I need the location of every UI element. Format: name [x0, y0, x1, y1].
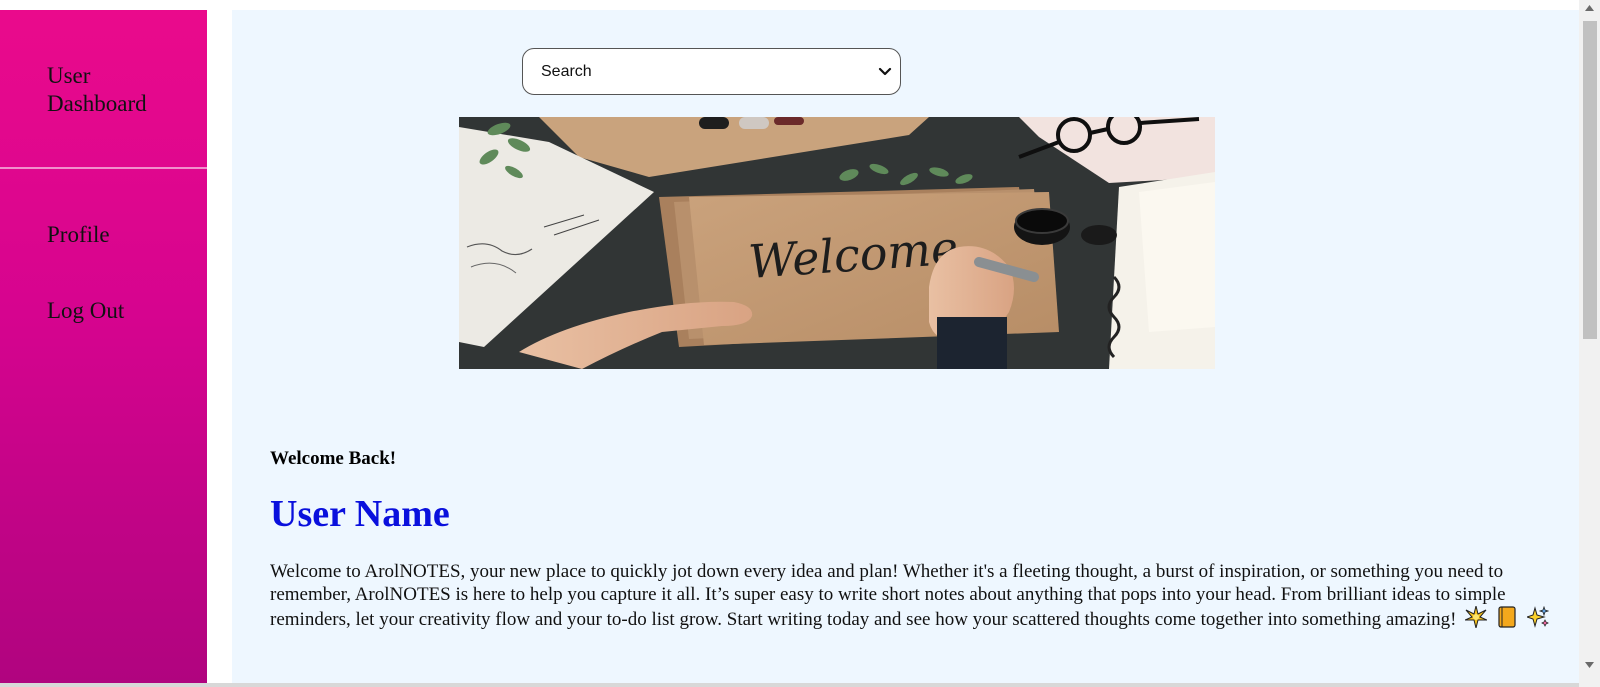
- sparkles-icon: [1526, 606, 1549, 628]
- sparkle-burst-icon: [1465, 606, 1488, 628]
- scrollbar-thumb[interactable]: [1583, 21, 1597, 339]
- search-select-value: Search: [541, 62, 592, 80]
- sidebar-item-profile[interactable]: Profile: [0, 169, 207, 287]
- horizontal-scrollbar-track: [0, 683, 1579, 687]
- app-window: User Dashboard Profile Log Out Search We…: [0, 0, 1600, 687]
- sidebar-item-log-out[interactable]: Log Out: [0, 287, 207, 347]
- user-name-heading: User Name: [270, 493, 450, 535]
- welcome-photo: Welcome: [459, 117, 1215, 369]
- notebook-icon: [1498, 606, 1516, 628]
- intro-paragraph: Welcome to ArolNOTES, your new place to …: [270, 560, 1560, 631]
- sidebar-item-label: Profile: [47, 222, 110, 247]
- scroll-up-arrow-icon[interactable]: [1584, 4, 1595, 12]
- sidebar: User Dashboard Profile Log Out: [0, 10, 207, 684]
- search-select[interactable]: Search: [522, 48, 901, 95]
- greeting-text: Welcome Back!: [270, 448, 397, 469]
- main-content: Search Welcome Welcome Back! User Name W…: [232, 10, 1579, 684]
- sidebar-item-label: User Dashboard: [47, 63, 147, 116]
- welcome-hero-image: Welcome: [459, 117, 1215, 369]
- sidebar-item-user-dashboard[interactable]: User Dashboard: [0, 10, 207, 169]
- intro-text: Welcome to ArolNOTES, your new place to …: [270, 561, 1506, 630]
- vertical-scrollbar[interactable]: [1579, 0, 1600, 687]
- scroll-down-arrow-icon[interactable]: [1584, 661, 1595, 669]
- sidebar-item-label: Log Out: [47, 298, 125, 323]
- chevron-down-icon: [878, 67, 892, 76]
